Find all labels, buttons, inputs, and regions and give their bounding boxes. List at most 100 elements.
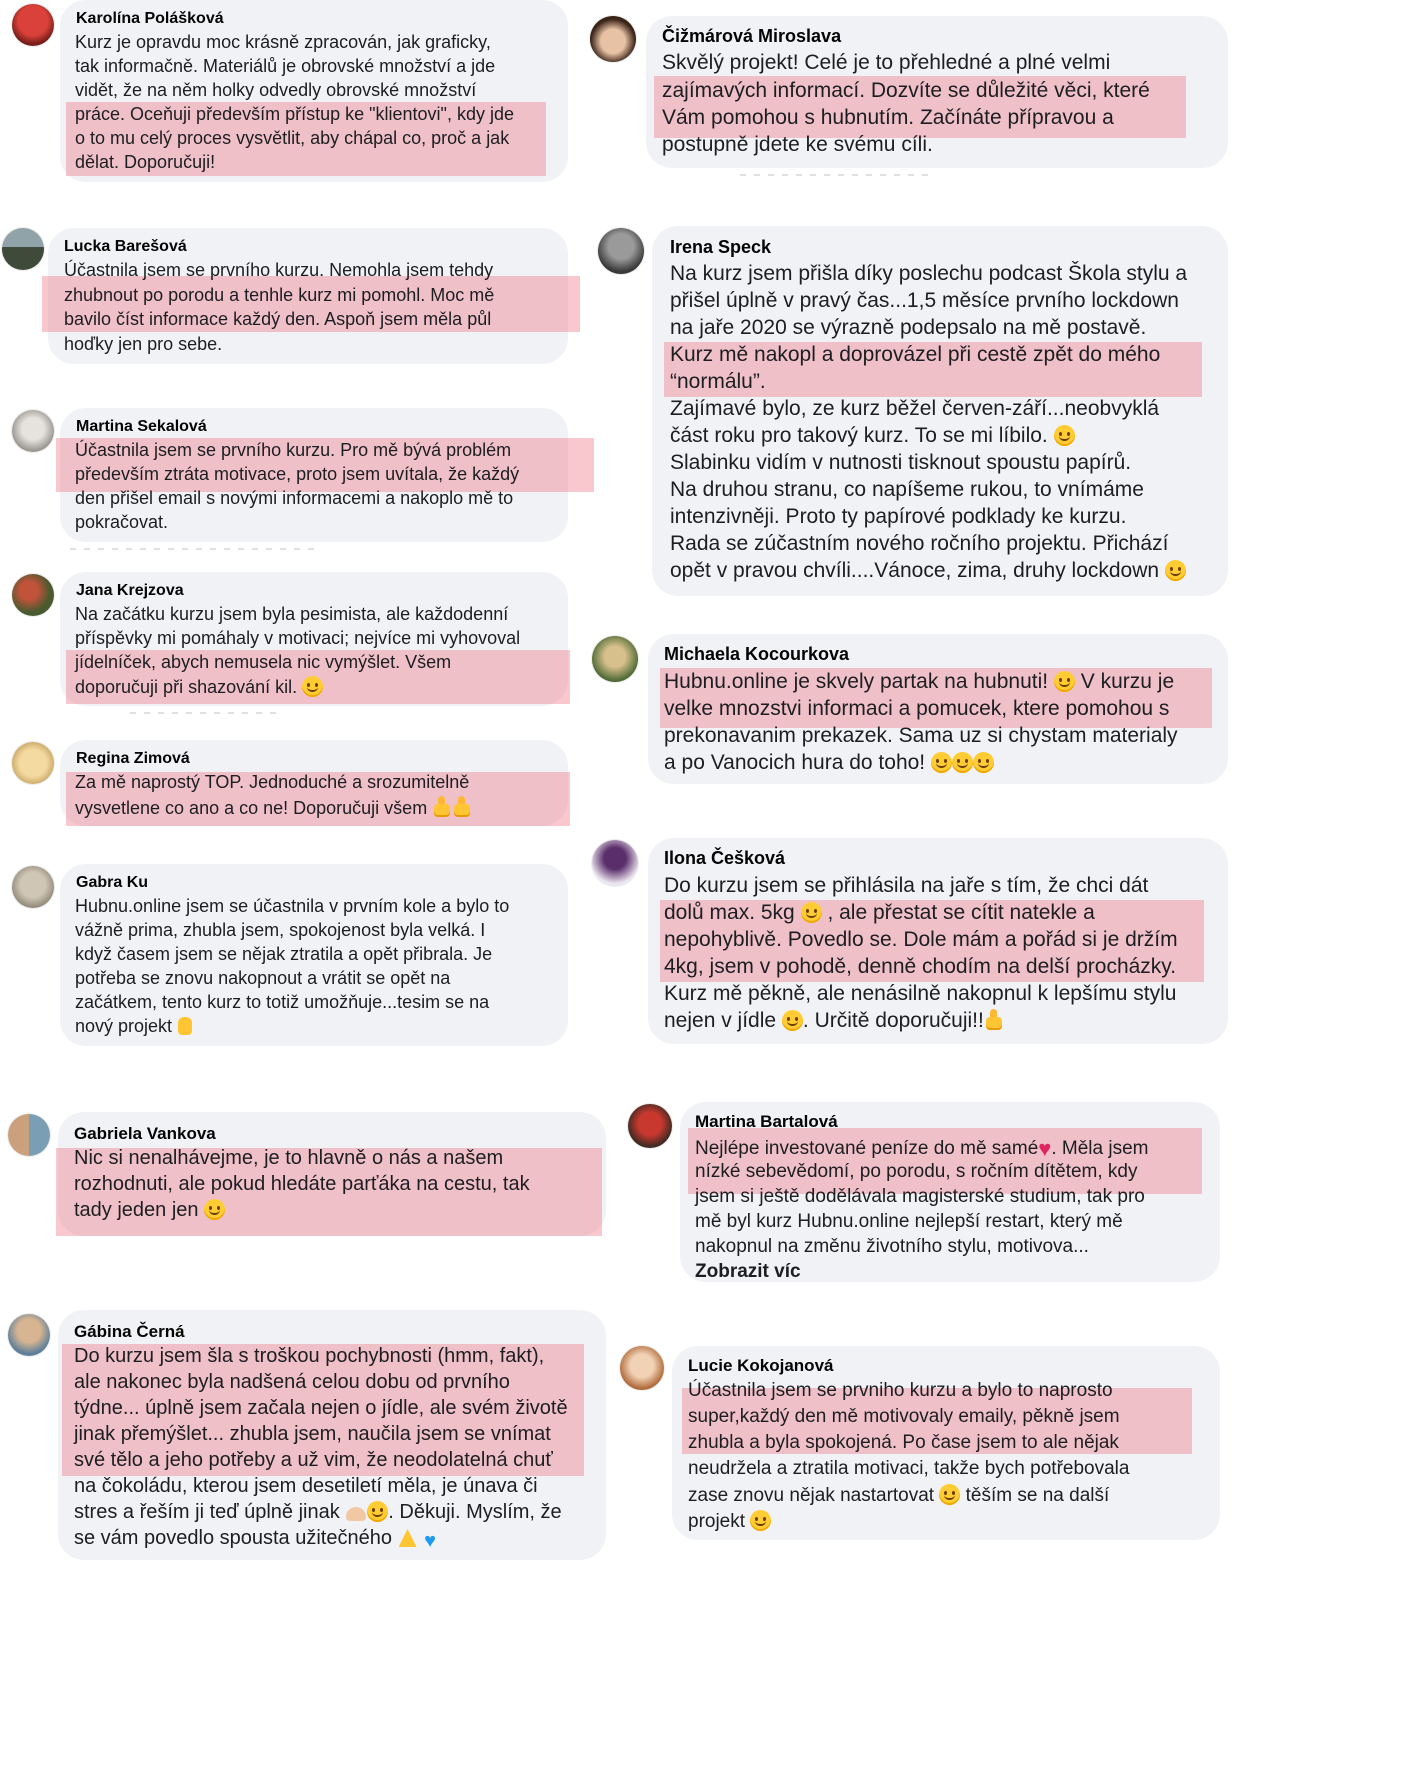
comment-line: Zajímavé bylo, ze kurz běžel červen-září…: [670, 397, 1160, 420]
comment-line: “normálu”.: [670, 370, 766, 393]
grin-emoji-icon: [1053, 425, 1075, 446]
heart-icon: ♥: [1038, 1136, 1052, 1161]
comment-line: Slabinku vidím v nutnosti tisknout spous…: [670, 451, 1132, 474]
comment-line: vidět, že na něm holky odvedly obrovské …: [75, 80, 477, 100]
comment-line: bavilo číst informace každý den. Aspoň j…: [64, 309, 492, 329]
blue-heart-icon: ♥: [424, 1530, 436, 1552]
avatar[interactable]: [12, 574, 54, 616]
commenter-name[interactable]: Gabra Ku: [76, 874, 148, 892]
comment-line-with-emoji: a po Vanocich hura do toho!: [664, 751, 994, 775]
avatar[interactable]: [12, 410, 54, 452]
comment-line: velke mnozstvi informaci a pomucek, kter…: [664, 697, 1170, 720]
comment-line: postupně jdete ke svému cíli.: [662, 133, 933, 156]
comment-text: Hubnu.online je skvely partak na hubnuti…: [664, 670, 1049, 693]
comment-line: nízké sebevědomí, po porodu, s ročním dí…: [695, 1161, 1138, 1182]
comment-line-with-emoji: část roku pro takový kurz. To se mi líbi…: [670, 424, 1075, 448]
avatar[interactable]: [598, 228, 644, 274]
smile-emoji-icon: [781, 1010, 803, 1031]
comment-line: na čokoládu, kterou jsem desetiletí měla…: [74, 1475, 538, 1497]
comment-text: nový projekt: [75, 1016, 173, 1036]
comment-line: ale nakonec byla nadšená celou dobu od p…: [74, 1371, 510, 1393]
comment-line: Do kurzu jsem se přihlásila na jaře s tí…: [664, 874, 1149, 897]
comment-line: jídelníček, abych nemusela nic vymýšlet.…: [75, 652, 452, 672]
avatar[interactable]: [592, 840, 638, 886]
avatar[interactable]: [590, 16, 636, 62]
comment-line: Rada se zúčastním nového ročního projekt…: [670, 532, 1169, 555]
comment-line: příspěvky mi pomáhaly v motivaci; nejvíc…: [75, 628, 521, 648]
comment-text: V kurzu je: [1080, 670, 1175, 693]
pray-icon: [398, 1529, 417, 1547]
commenter-name[interactable]: Jana Krejzova: [76, 582, 184, 600]
avatar[interactable]: [8, 1314, 50, 1356]
comment-line-with-emoji: Hubnu.online je skvely partak na hubnuti…: [664, 670, 1174, 694]
comment-line: Nic si nenalhávejme, je to hlavně o nás …: [74, 1147, 504, 1169]
commenter-name[interactable]: Michaela Kocourkova: [664, 644, 849, 665]
commenter-name[interactable]: Lucka Barešová: [64, 238, 187, 256]
comment-line-with-emoji: stres a řeším ji teď úplně jinak . Děkuj…: [74, 1501, 562, 1524]
divider: [70, 548, 320, 550]
comment-line: mě byl kurz Hubnu.online nejlepší restar…: [695, 1211, 1123, 1232]
comment-line-with-emoji: tady jeden jen: [74, 1199, 226, 1222]
comment-line: především ztráta motivace, proto jsem uv…: [75, 464, 520, 484]
comment-text: těším se na další: [965, 1485, 1110, 1506]
avatar[interactable]: [620, 1346, 664, 1390]
comment-line: Účastnila jsem se prvního kurzu. Nemohla…: [64, 260, 494, 280]
show-more-link[interactable]: Zobrazit víc: [695, 1261, 801, 1283]
commenter-name[interactable]: Ilona Češková: [664, 848, 785, 869]
comment-line: tak informačně. Materiálů je obrovské mn…: [75, 56, 496, 76]
smile-emoji-icon: [939, 1484, 961, 1505]
comment-line: prekonavanim prekazek. Sama uz si chysta…: [664, 724, 1178, 747]
comment-line: Kurz mě pěkně, ale nenásilně nakopnul k …: [664, 982, 1177, 1005]
comment-text: vysvetlene co ano a co ne! Doporučuji vš…: [75, 798, 428, 818]
comment-text: se vám povedlo spousta užitečného: [74, 1527, 392, 1549]
hug-emoji-icon: [951, 752, 973, 773]
comment-line: jinak přemýšlet... zhubla jsem, naučila …: [74, 1423, 551, 1445]
avatar[interactable]: [12, 866, 54, 908]
comment-line-with-emoji: se vám povedlo spousta užitečného ♥: [74, 1527, 437, 1553]
avatar[interactable]: [592, 636, 638, 682]
avatar[interactable]: [12, 4, 54, 46]
comment-line-with-emoji: opět v pravou chvíli....Vánoce, zima, dr…: [670, 559, 1186, 583]
comment-line: Účastnila jsem se prvního kurzu. Pro mě …: [75, 440, 512, 460]
comment-line: Na druhou stranu, co napíšeme rukou, to …: [670, 478, 1144, 501]
comment-line: dělat. Doporučuji!: [75, 152, 216, 172]
thumbs-up-icon: [984, 1009, 1004, 1031]
commenter-name[interactable]: Gábina Černá: [74, 1322, 185, 1342]
divider: [740, 174, 930, 176]
comment-line: Na začátku kurzu jsem byla pesimista, al…: [75, 604, 509, 624]
commenter-name[interactable]: Čižmárová Miroslava: [662, 26, 841, 47]
hug-emoji-icon: [972, 752, 994, 773]
commenter-name[interactable]: Martina Sekalová: [76, 418, 207, 436]
thumbs-up-icon: [452, 796, 472, 818]
comment-line: hoďky jen pro sebe.: [64, 334, 223, 354]
commenter-name[interactable]: Martina Bartalová: [695, 1112, 838, 1132]
avatar[interactable]: [8, 1114, 50, 1156]
comment-line: Skvělý projekt! Celé je to přehledné a p…: [662, 51, 1111, 74]
comment-text: zase znovu nějak nastartovat: [688, 1485, 935, 1506]
comment-line-with-emoji: vysvetlene co ano a co ne! Doporučuji vš…: [75, 796, 472, 819]
comment-line-with-emoji: projekt: [688, 1510, 772, 1533]
comment-line: Kurz mě nakopl a doprovázel při cestě zp…: [670, 343, 1161, 366]
commenter-name[interactable]: Gabriela Vankova: [74, 1124, 216, 1144]
comment-line-with-emoji: nejen v jídle . Určitě doporučuji!!: [664, 1009, 1004, 1033]
commenter-name[interactable]: Karolína Polášková: [76, 10, 224, 28]
hug-emoji-icon: [1053, 671, 1075, 692]
comment-line-with-emoji: doporučuji při shazování kil.: [75, 676, 324, 698]
comment-text: . Měla jsem: [1051, 1138, 1149, 1159]
comment-line-with-emoji: nový projekt: [75, 1016, 193, 1037]
comment-text: dolů max. 5kg: [664, 901, 795, 924]
commenter-name[interactable]: Irena Speck: [670, 237, 771, 258]
comment-line: Do kurzu jsem šla s troškou pochybnosti …: [74, 1345, 545, 1367]
comment-line: své tělo a jeho potřeby a už vim, že neo…: [74, 1449, 553, 1471]
commenter-name[interactable]: Lucie Kokojanová: [688, 1356, 833, 1376]
avatar[interactable]: [2, 228, 44, 270]
avatar[interactable]: [628, 1104, 672, 1148]
smile-emoji-icon: [800, 902, 822, 923]
avatar[interactable]: [12, 742, 54, 784]
comment-line: Vám pomohou s hubnutím. Začínáte příprav…: [662, 106, 1114, 129]
comment-line: jsem si ještě dodělávala magisterské stu…: [695, 1186, 1145, 1207]
comment-line: potřeba se znovu nakopnout a vrátit se o…: [75, 968, 451, 988]
comment-text: projekt: [688, 1511, 746, 1532]
commenter-name[interactable]: Regina Zimová: [76, 750, 190, 768]
comment-line: Účastnila jsem se prvniho kurzu a bylo t…: [688, 1380, 1113, 1401]
